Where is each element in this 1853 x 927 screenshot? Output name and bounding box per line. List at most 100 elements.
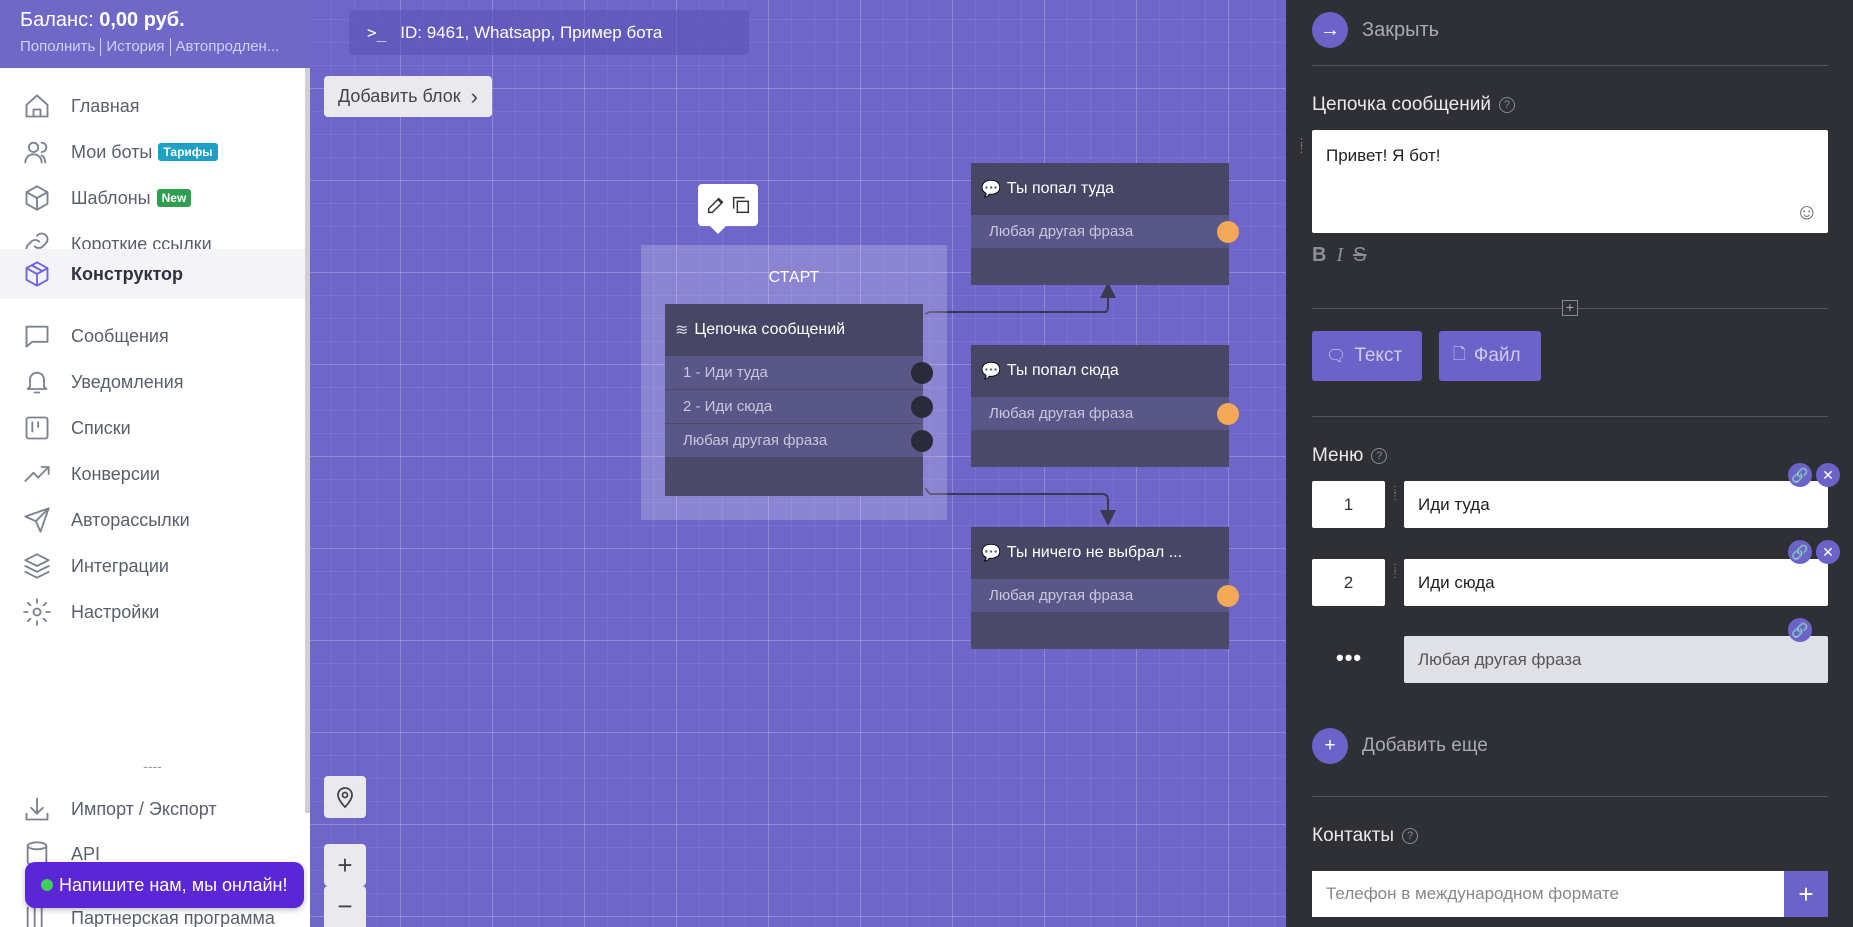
message-icon [22, 321, 52, 351]
output-pin[interactable] [911, 429, 933, 452]
node-there-header[interactable]: 💬 Ты попал туда [971, 163, 1229, 215]
zoom-in-button[interactable]: + [324, 844, 366, 886]
balance-links: Пополнить История Автопродлен... [20, 38, 290, 57]
nav-item-constructor[interactable]: Конструктор [0, 249, 305, 299]
message-textarea[interactable]: Привет! Я бот! ☺ [1312, 130, 1828, 233]
node-there[interactable]: 💬 Ты попал туда Любая другая фраза [971, 163, 1239, 285]
divider [1312, 65, 1828, 66]
add-divider: + [1312, 300, 1828, 316]
drag-handle-icon[interactable]: ⋮ ⋮ [1296, 138, 1307, 155]
help-icon[interactable]: ? [1371, 448, 1388, 464]
zoom-out-button[interactable]: − [324, 886, 366, 927]
node-none[interactable]: 💬 Ты ничего не выбрал ... Любая другая ф… [971, 527, 1239, 649]
history-link[interactable]: История [106, 38, 164, 55]
plus-icon[interactable]: + [1562, 300, 1578, 316]
link-icon[interactable]: 🔗 [1788, 463, 1812, 487]
contacts-section-title: Контакты ? [1312, 825, 1419, 847]
speech-icon: 🗨 [1326, 348, 1347, 365]
pencil-icon[interactable] [705, 194, 727, 216]
gear-icon [22, 597, 52, 627]
add-phone-button[interactable]: + [1784, 871, 1828, 917]
tariffs-badge[interactable]: Тарифы [158, 143, 218, 161]
help-icon[interactable]: ? [1402, 828, 1419, 844]
add-more-button[interactable]: + Добавить еще [1312, 728, 1488, 764]
node-chain-header[interactable]: ≋ Цепочка сообщений [665, 304, 923, 356]
block-settings-panel: → Закрыть Цепочка сообщений ? ⋮ ⋮ Привет!… [1286, 0, 1853, 927]
output-pin[interactable] [1217, 402, 1239, 425]
flow-canvas[interactable]: >_ ID: 9461, Whatsapp, Пример бота Добав… [310, 0, 1286, 927]
link-none [924, 487, 1116, 526]
add-text-button[interactable]: 🗨 Текст [1312, 331, 1423, 381]
chat-bubble-icon: 💬 [981, 363, 1001, 380]
nav-item-settings[interactable]: Настройки [0, 585, 305, 639]
node-here[interactable]: 💬 Ты попал сюда Любая другая фраза [971, 345, 1239, 467]
menu-number-input[interactable]: 2 [1312, 559, 1385, 606]
help-icon[interactable]: ? [1498, 97, 1515, 113]
balance-header: Баланс: 0,00 руб. Пополнить История Автопр… [0, 0, 310, 68]
online-dot-icon [41, 879, 53, 891]
menu-default-input[interactable]: Любая другая фраза [1404, 636, 1828, 683]
topup-link[interactable]: Пополнить [20, 38, 95, 55]
drag-handle-icon[interactable]: ⋮ ⋮ [1390, 486, 1400, 502]
node-row: Любая другая фраза [971, 215, 1239, 249]
close-icon[interactable]: ✕ [1816, 463, 1840, 487]
close-button[interactable]: → Закрыть [1312, 12, 1439, 48]
new-badge: New [156, 189, 192, 207]
node-none-header[interactable]: 💬 Ты ничего не выбрал ... [971, 527, 1229, 579]
output-pin[interactable] [911, 395, 933, 418]
users-icon [22, 137, 52, 167]
strike-button[interactable]: S [1353, 244, 1366, 267]
chat-bubble-icon: 💬 [981, 545, 1001, 562]
node-here-header[interactable]: 💬 Ты попал сюда [971, 345, 1229, 397]
emoji-icon[interactable]: ☺ [1796, 199, 1818, 225]
cube-icon [22, 259, 52, 289]
autorenew-link[interactable]: Автопродлен... [176, 38, 280, 55]
bell-icon [22, 367, 52, 397]
italic-button[interactable]: I [1336, 244, 1343, 267]
drag-handle-icon[interactable]: ⋮ ⋮ [1390, 564, 1400, 580]
node-row: 1 - Иди туда [665, 356, 933, 390]
arrow-right-icon: → [1312, 12, 1348, 48]
link-there [924, 282, 1116, 315]
menu-section-title: Меню ? [1312, 445, 1388, 467]
node-row: Любая другая фраза [971, 397, 1239, 431]
start-label: СТАРТ [768, 269, 820, 286]
send-icon [22, 505, 52, 535]
nav-item-import-export[interactable]: Импорт / Экспорт [0, 782, 305, 836]
phone-input[interactable]: Телефон в международном формате [1312, 871, 1784, 917]
sidebar: Баланс: 0,00 руб. Пополнить История Автопр… [0, 0, 310, 927]
menu-number-input[interactable]: 1 [1312, 481, 1385, 528]
layers-icon [22, 551, 52, 581]
divider [1312, 796, 1828, 797]
add-file-button[interactable]: 🗋 Файл [1439, 331, 1541, 381]
box-icon [22, 183, 52, 213]
location-pin-icon [337, 787, 353, 809]
nav-separator: ---- [143, 758, 162, 774]
node-edit-popover [698, 184, 758, 234]
link-icon[interactable]: 🔗 [1788, 540, 1812, 564]
menu-text-input[interactable]: Иди туда [1404, 481, 1828, 528]
locate-button[interactable] [324, 776, 366, 818]
file-icon: 🗋 [1453, 345, 1466, 363]
node-row: Любая другая фраза [971, 579, 1239, 613]
divider [1312, 416, 1828, 417]
link-icon[interactable]: 🔗 [1788, 618, 1812, 642]
output-pin[interactable] [1217, 584, 1239, 607]
list-board-icon [22, 413, 52, 443]
node-row: Любая другая фраза [665, 424, 933, 458]
output-pin[interactable] [1217, 220, 1239, 243]
close-icon[interactable]: ✕ [1816, 540, 1840, 564]
node-chain[interactable]: ≋ Цепочка сообщений 1 - Иди туда 2 - Иди… [665, 304, 933, 496]
balance-amount: 0,00 руб. [99, 9, 185, 31]
balance-label: Баланс: [20, 9, 94, 31]
node-row: 2 - Иди сюда [665, 390, 933, 424]
output-pin[interactable] [911, 361, 933, 384]
copy-icon[interactable] [730, 194, 752, 216]
chat-online-button[interactable]: Напишите нам, мы онлайн! [25, 862, 305, 908]
menu-text-input[interactable]: Иди сюда [1404, 559, 1828, 606]
chain-section-title: Цепочка сообщений ? [1312, 94, 1515, 116]
chat-bubble-icon: 💬 [981, 181, 1001, 198]
download-icon [22, 794, 52, 824]
bold-button[interactable]: B [1312, 244, 1326, 267]
stack-icon: ≋ [675, 322, 689, 339]
